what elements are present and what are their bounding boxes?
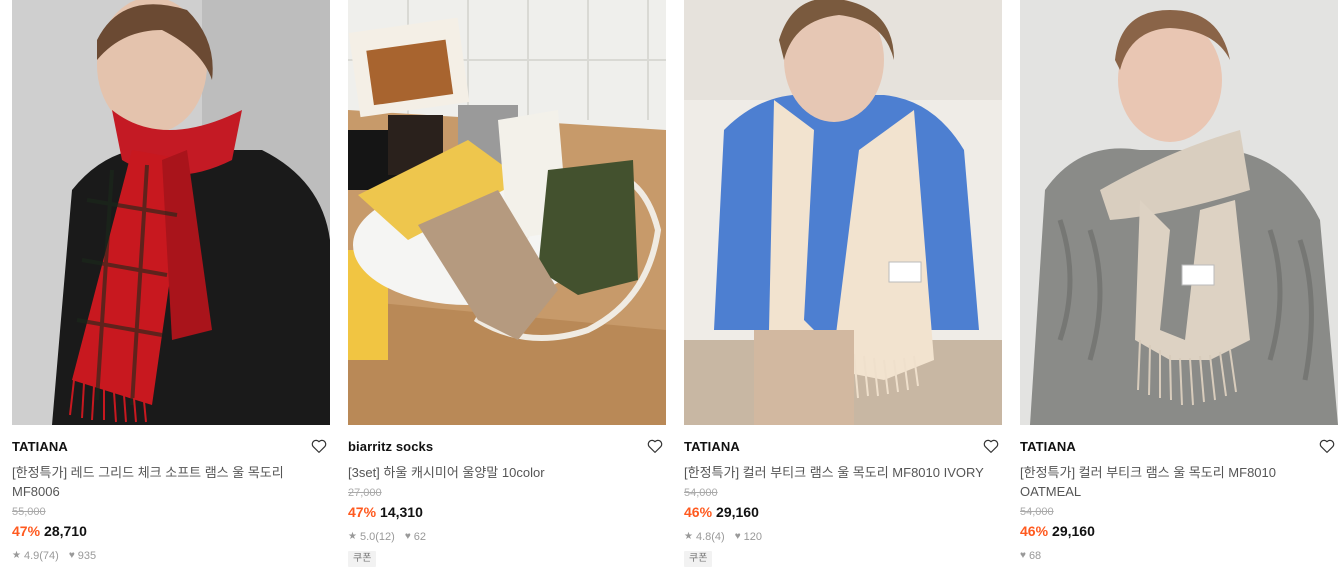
coupon-badge: 쿠폰 (348, 551, 377, 567)
sale-price: 28,710 (44, 523, 87, 539)
sale-price: 14,310 (380, 504, 423, 520)
rating-value: 4.8 (695, 531, 712, 543)
review-count: (12) (375, 531, 395, 543)
product-meta: ★ 5.0 (12) ♥ 62 (348, 530, 666, 544)
brand-row: TATIANA (12, 438, 330, 458)
product-title[interactable]: [한정특가] 컬러 부티크 램스 울 목도리 MF8010 IVORY (684, 463, 994, 482)
product-title[interactable]: [한정특가] 컬러 부티크 램스 울 목도리 MF8010 OATMEAL (1020, 463, 1330, 501)
heart-filled-icon: ♥ (404, 531, 411, 542)
rating-value: 5.0 (359, 531, 376, 543)
original-price: 54,000 (684, 487, 718, 499)
rating-value: 4.9 (23, 550, 40, 562)
discount-rate: 46% (684, 504, 713, 520)
sale-price: 29,160 (716, 504, 759, 520)
original-price: 27,000 (348, 487, 382, 499)
review-count: (4) (711, 531, 725, 543)
review-count: (74) (39, 550, 59, 562)
product-meta: ★ 4.8 (4) ♥ 120 (684, 530, 1002, 544)
like-count: 935 (77, 550, 97, 562)
wool-socks-photo (348, 0, 666, 425)
coupon-badge: 쿠폰 (684, 551, 713, 567)
heart-outline-icon[interactable] (1318, 437, 1336, 455)
heart-filled-icon: ♥ (68, 550, 75, 561)
heart-filled-icon: ♥ (734, 531, 741, 542)
original-price: 55,000 (12, 506, 46, 518)
heart-outline-icon[interactable] (646, 437, 664, 455)
discount-rate: 46% (1020, 523, 1049, 539)
like-count: 68 (1028, 550, 1042, 562)
product-meta: ♥ 68 (1020, 549, 1338, 563)
brand-row: TATIANA (684, 438, 1002, 458)
original-price: 54,000 (1020, 506, 1054, 518)
brand-name[interactable]: TATIANA (1020, 438, 1338, 456)
discount-rate: 47% (12, 523, 41, 539)
price-row: 46% 29,160 (684, 502, 1002, 522)
product-image[interactable] (1020, 0, 1338, 425)
brand-name[interactable]: TATIANA (684, 438, 1002, 456)
discount-rate: 47% (348, 504, 377, 520)
price-row: 46% 29,160 (1020, 521, 1338, 541)
heart-outline-icon[interactable] (982, 437, 1000, 455)
brand-name[interactable]: biarritz socks (348, 438, 666, 456)
red-plaid-scarf-photo (12, 0, 330, 425)
product-grid: TATIANA [한정특가] 레드 그리드 체크 소프트 램스 울 목도리 MF… (0, 0, 1343, 568)
product-title[interactable]: [3set] 하울 캐시미어 울양말 10color (348, 463, 658, 482)
sale-price: 29,160 (1052, 523, 1095, 539)
heart-filled-icon: ♥ (1020, 550, 1026, 561)
heart-outline-icon[interactable] (310, 437, 328, 455)
product-image[interactable] (12, 0, 330, 425)
like-count: 62 (413, 531, 427, 543)
brand-row: biarritz socks (348, 438, 666, 458)
product-card[interactable]: TATIANA [한정특가] 컬러 부티크 램스 울 목도리 MF8010 IV… (684, 0, 1002, 568)
oatmeal-scarf-photo (1020, 0, 1338, 425)
star-icon: ★ (12, 550, 21, 561)
product-card[interactable]: TATIANA [한정특가] 컬러 부티크 램스 울 목도리 MF8010 OA… (1020, 0, 1338, 568)
star-icon: ★ (684, 531, 693, 542)
product-title[interactable]: [한정특가] 레드 그리드 체크 소프트 램스 울 목도리 MF8006 (12, 463, 322, 501)
product-card[interactable]: TATIANA [한정특가] 레드 그리드 체크 소프트 램스 울 목도리 MF… (12, 0, 330, 568)
product-card[interactable]: biarritz socks [3set] 하울 캐시미어 울양말 10colo… (348, 0, 666, 568)
product-image[interactable] (684, 0, 1002, 425)
product-image[interactable] (348, 0, 666, 425)
product-meta: ★ 4.9 (74) ♥ 935 (12, 549, 330, 563)
ivory-scarf-photo (684, 0, 1002, 425)
brand-name[interactable]: TATIANA (12, 438, 330, 456)
star-icon: ★ (348, 531, 357, 542)
price-row: 47% 28,710 (12, 521, 330, 541)
like-count: 120 (743, 531, 763, 543)
price-row: 47% 14,310 (348, 502, 666, 522)
brand-row: TATIANA (1020, 438, 1338, 458)
